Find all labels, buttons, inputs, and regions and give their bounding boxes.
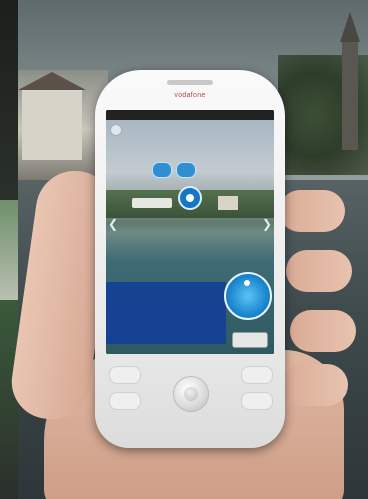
finger-4	[282, 364, 348, 406]
trackball-icon[interactable]	[173, 376, 209, 412]
phone-screen[interactable]: ❮ ❯	[106, 110, 274, 354]
finger-1	[279, 190, 345, 232]
ar-marker-icon[interactable]	[176, 162, 196, 178]
left-edge-strip	[0, 0, 18, 499]
poi-info-panel[interactable]	[106, 282, 226, 344]
smartphone: vodafone ❮ ❯	[95, 70, 285, 448]
earpiece-speaker	[167, 80, 213, 85]
ar-selected-ring-icon[interactable]	[178, 186, 202, 210]
left-arrow-icon[interactable]: ❮	[108, 218, 118, 230]
hardware-keys	[107, 362, 273, 428]
photo-scene: vodafone ❮ ❯	[0, 0, 368, 499]
ar-marker-icon[interactable]	[152, 162, 172, 178]
call-key[interactable]	[109, 366, 141, 384]
finger-2	[286, 250, 352, 292]
radar-icon[interactable]	[224, 272, 272, 320]
screen-button[interactable]	[232, 332, 268, 348]
menu-key[interactable]	[241, 366, 273, 384]
finger-3	[290, 310, 356, 352]
back-key[interactable]	[241, 392, 273, 410]
menu-icon[interactable]	[110, 124, 122, 136]
right-arrow-icon[interactable]: ❯	[262, 218, 272, 230]
camera-boat	[132, 198, 172, 208]
status-bar	[106, 110, 274, 120]
camera-house	[218, 196, 238, 210]
home-key[interactable]	[109, 392, 141, 410]
brand-logo: vodafone	[174, 92, 206, 99]
church-tower	[340, 12, 360, 150]
